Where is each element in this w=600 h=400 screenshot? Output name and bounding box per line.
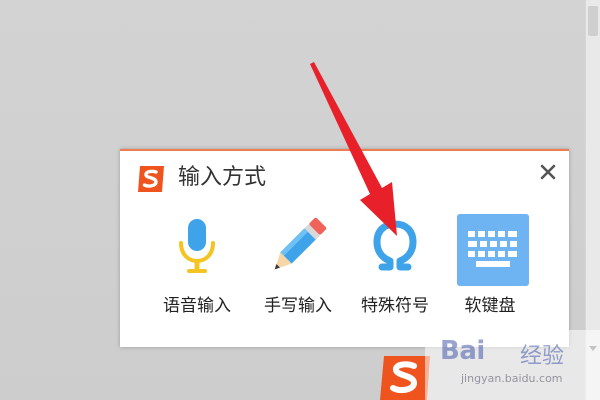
soft-keyboard-button[interactable]: 软键盘 <box>445 211 535 321</box>
special-symbols-label: 特殊符号 <box>361 296 429 316</box>
special-symbols-button[interactable]: 特殊符号 <box>350 211 440 321</box>
watermark-url: jingyan.baidu.com <box>461 372 563 385</box>
sogou-taskbar-logo-icon[interactable] <box>378 352 432 400</box>
scrollbar-thumb[interactable] <box>588 6 598 36</box>
close-icon[interactable] <box>537 161 559 183</box>
sogou-logo-icon <box>138 166 164 192</box>
baidu-watermark: Bai 经验 jingyan.baidu.com <box>425 330 600 400</box>
watermark-logo-text: Bai <box>440 336 485 366</box>
voice-input-button[interactable]: 语音输入 <box>152 211 242 321</box>
handwriting-input-button[interactable]: 手写输入 <box>253 211 343 321</box>
watermark-cn-text: 经验 <box>520 344 565 369</box>
omega-icon <box>373 220 417 271</box>
input-method-panel: 输入方式 语音输入 手写输入 特殊符号 软键盘 <box>120 149 569 347</box>
microphone-icon <box>179 219 215 273</box>
keyboard-icon <box>457 214 529 286</box>
soft-keyboard-label: 软键盘 <box>464 296 516 316</box>
voice-input-label: 语音输入 <box>163 296 231 316</box>
pencil-icon <box>274 217 327 270</box>
panel-title: 输入方式 <box>178 165 267 190</box>
handwriting-input-label: 手写输入 <box>264 296 332 316</box>
